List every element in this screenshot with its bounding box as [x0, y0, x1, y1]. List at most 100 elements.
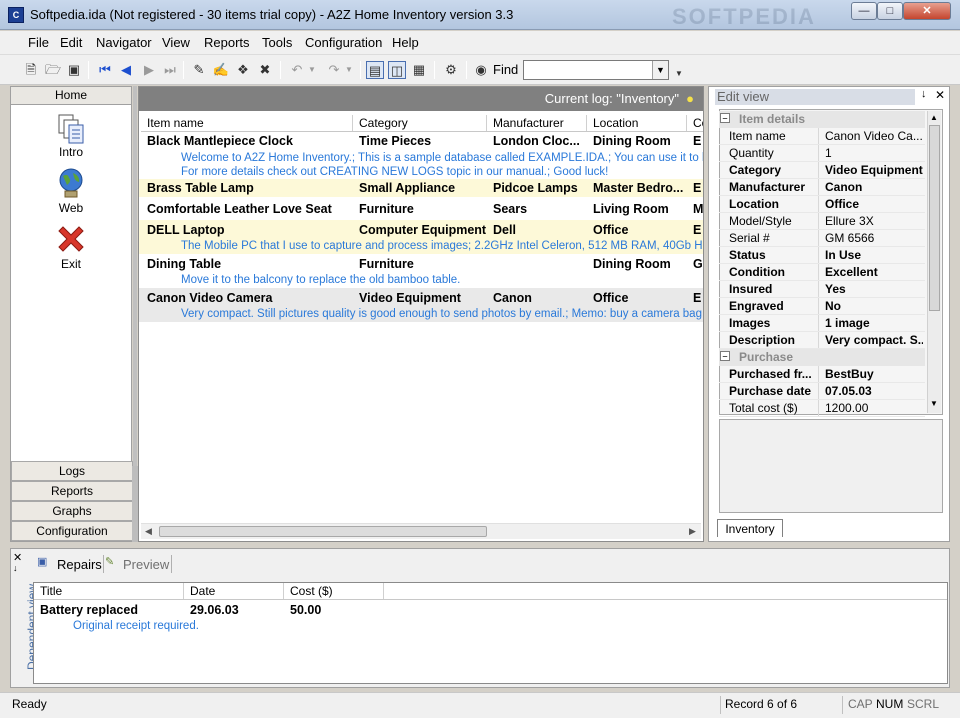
layout-single-icon[interactable]: ▤	[366, 61, 384, 79]
menu-reports[interactable]: Reports	[204, 35, 250, 50]
property-row[interactable]: Engraved No	[719, 298, 925, 315]
col-cost[interactable]: Cost ($)	[284, 583, 384, 599]
layout-preview-icon[interactable]: ▦	[410, 61, 428, 79]
delete-item-icon[interactable]: ✖	[256, 61, 274, 79]
category-item-details[interactable]: – Item details	[719, 111, 925, 128]
property-row[interactable]: Purchase date 07.05.03	[719, 383, 925, 400]
property-row[interactable]: Manufacturer Canon	[719, 179, 925, 196]
col-location[interactable]: Location	[587, 115, 687, 131]
copy-item-icon[interactable]: ❖	[234, 61, 252, 79]
add-item-icon[interactable]: ✎	[190, 61, 208, 79]
property-value[interactable]: Ellure 3X	[825, 213, 923, 229]
property-value[interactable]: 1	[825, 145, 923, 161]
property-row[interactable]: Insured Yes	[719, 281, 925, 298]
table-row[interactable]: Dining Table Furniture Dining Room G	[139, 255, 703, 273]
redo-icon[interactable]: ↷	[325, 61, 343, 79]
last-record-icon[interactable]: ⏭	[161, 61, 179, 79]
undo-dropdown-icon[interactable]: ▼	[308, 61, 316, 79]
web-label[interactable]: Web	[11, 201, 131, 215]
menu-file[interactable]: File	[28, 35, 49, 50]
redo-dropdown-icon[interactable]: ▼	[345, 61, 353, 79]
intro-label[interactable]: Intro	[11, 145, 131, 159]
toolbar-options-icon[interactable]: ▼	[674, 65, 684, 83]
globe-icon[interactable]	[55, 167, 87, 199]
documents-icon[interactable]	[55, 113, 87, 145]
minimize-button[interactable]: —	[851, 2, 877, 20]
layout-split-icon[interactable]: ◫	[388, 61, 406, 79]
property-row[interactable]: Category Video Equipment	[719, 162, 925, 179]
tab-preview[interactable]: Preview	[123, 557, 169, 572]
lightbulb-icon[interactable]: ●	[683, 91, 697, 107]
pin-icon[interactable]: ↓	[13, 563, 18, 573]
property-row[interactable]: Description Very compact. S...	[719, 332, 925, 349]
nav-reports-button[interactable]: Reports	[11, 481, 133, 501]
first-record-icon[interactable]: ⏮	[96, 61, 114, 79]
tab-repairs[interactable]: Repairs	[57, 557, 102, 572]
property-scrollbar[interactable]: ▲ ▼	[927, 111, 941, 413]
scroll-right-icon[interactable]: ▶	[689, 526, 696, 537]
property-row[interactable]: Total cost ($) 1200.00	[719, 400, 925, 417]
property-value[interactable]: Canon Video Ca...	[825, 128, 923, 144]
category-purchase[interactable]: – Purchase	[719, 349, 925, 366]
table-row[interactable]: Black Mantlepiece Clock Time Pieces Lond…	[139, 132, 703, 150]
col-title[interactable]: Title	[34, 583, 184, 599]
nav-configuration-button[interactable]: Configuration	[11, 521, 133, 541]
close-button[interactable]: ✕	[903, 2, 951, 20]
scroll-down-icon[interactable]: ▼	[930, 399, 938, 408]
scroll-left-icon[interactable]: ◀	[145, 526, 152, 537]
nav-graphs-button[interactable]: Graphs	[11, 501, 133, 521]
property-value[interactable]: GM 6566	[825, 230, 923, 246]
property-row[interactable]: Item name Canon Video Ca...	[719, 128, 925, 145]
menu-tools[interactable]: Tools	[262, 35, 292, 50]
tab-inventory[interactable]: Inventory	[717, 519, 783, 537]
tree-view-icon[interactable]: ⚙	[442, 61, 460, 79]
property-value[interactable]: In Use	[825, 247, 923, 263]
col-item-name[interactable]: Item name	[141, 115, 353, 131]
table-row[interactable]: Brass Table Lamp Small Appliance Pidcoe …	[139, 179, 703, 197]
table-row-selected[interactable]: Canon Video Camera Video Equipment Canon…	[139, 289, 703, 307]
previous-record-icon[interactable]: ◀	[117, 61, 135, 79]
edit-item-icon[interactable]: ✍	[212, 61, 230, 79]
property-value[interactable]: Excellent	[825, 264, 923, 280]
red-x-icon[interactable]	[55, 223, 87, 255]
collapse-icon[interactable]: –	[720, 113, 730, 123]
scroll-thumb[interactable]	[159, 526, 487, 537]
menu-navigator[interactable]: Navigator	[96, 35, 152, 50]
scroll-thumb[interactable]	[929, 125, 940, 311]
property-value[interactable]: Video Equipment	[825, 162, 923, 178]
col-extra[interactable]: Co	[687, 115, 703, 131]
property-row[interactable]: Model/Style Ellure 3X	[719, 213, 925, 230]
col-date[interactable]: Date	[184, 583, 284, 599]
property-value[interactable]: 1200.00	[825, 400, 923, 416]
property-row[interactable]: Images 1 image	[719, 315, 925, 332]
menu-view[interactable]: View	[162, 35, 190, 50]
property-row[interactable]: Purchased fr... BestBuy	[719, 366, 925, 383]
menu-configuration[interactable]: Configuration	[305, 35, 382, 50]
menu-edit[interactable]: Edit	[60, 35, 82, 50]
table-row[interactable]: Battery replaced 29.06.03 50.00	[34, 601, 434, 619]
property-value[interactable]: Office	[825, 196, 923, 212]
find-dropdown-icon[interactable]: ▼	[652, 61, 668, 79]
close-edit-view-icon[interactable]: ✕	[935, 88, 945, 102]
panel-header-home[interactable]: Home	[11, 87, 131, 105]
table-row[interactable]: DELL Laptop Computer Equipment Dell Offi…	[139, 221, 703, 239]
open-folder-icon[interactable]: 🗁	[44, 61, 62, 79]
col-manufacturer[interactable]: Manufacturer	[487, 115, 587, 131]
horizontal-scrollbar[interactable]: ◀ ▶	[141, 523, 701, 539]
property-value[interactable]: Canon	[825, 179, 923, 195]
property-row[interactable]: Status In Use	[719, 247, 925, 264]
property-value[interactable]: 07.05.03	[825, 383, 923, 399]
property-row[interactable]: Condition Excellent	[719, 264, 925, 281]
pin-icon[interactable]: ↓	[921, 88, 927, 100]
save-icon[interactable]: ▣	[65, 61, 83, 79]
find-input[interactable]: ▼	[523, 60, 669, 80]
property-value[interactable]: Yes	[825, 281, 923, 297]
scroll-up-icon[interactable]: ▲	[930, 113, 938, 122]
nav-logs-button[interactable]: Logs	[11, 461, 133, 481]
property-value[interactable]: 1 image	[825, 315, 923, 331]
exit-label[interactable]: Exit	[11, 257, 131, 271]
undo-icon[interactable]: ↶	[288, 61, 306, 79]
property-value[interactable]: No	[825, 298, 923, 314]
property-value[interactable]: BestBuy	[825, 366, 923, 382]
property-value[interactable]: Very compact. S...	[825, 332, 923, 348]
